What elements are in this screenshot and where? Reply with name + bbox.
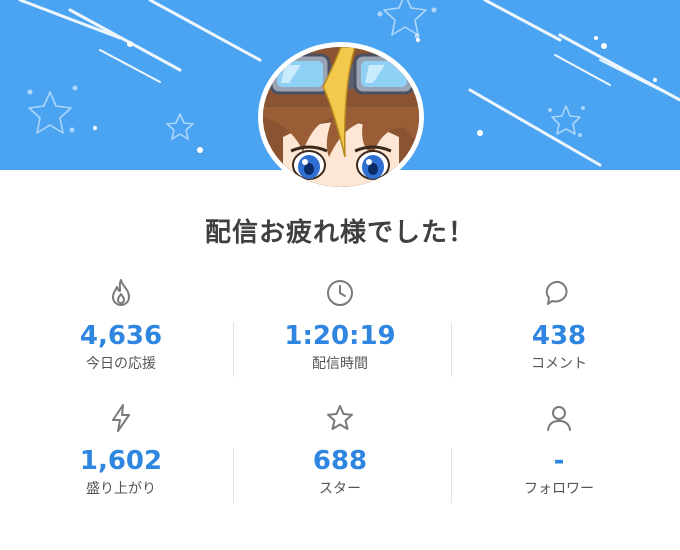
lightning-icon (112, 404, 130, 432)
clock-icon (327, 280, 353, 306)
stat-support-today: 4,636 今日の応援 (8, 277, 234, 373)
stat-stream-time: 1:20:19 配信時間 (227, 277, 453, 373)
stat-value: 4,636 (79, 321, 163, 351)
stat-value: 1,602 (79, 446, 163, 476)
person-icon (547, 406, 571, 431)
stat-excitement: 1,602 盛り上がり (8, 402, 234, 498)
stat-label: 配信時間 (312, 356, 368, 372)
avatar-illustration (263, 47, 419, 187)
stat-stars: 688 スター (227, 402, 453, 498)
stat-label: スター (319, 481, 361, 497)
stat-label: フォロワー (524, 481, 594, 497)
stat-label: 盛り上がり (86, 481, 156, 497)
stat-value: 688 (312, 446, 368, 476)
stat-comments: 438 コメント (446, 277, 672, 373)
comment-bubble-icon (545, 280, 568, 305)
flame-icon (112, 279, 130, 306)
stat-value: 438 (531, 321, 587, 351)
stat-label: 今日の応援 (86, 356, 156, 372)
page-title: 配信お疲れ様でした！ (204, 218, 475, 248)
star-icon (327, 405, 353, 430)
stat-value: - (553, 446, 565, 476)
stat-followers: - フォロワー (446, 402, 672, 498)
stat-value: 1:20:19 (284, 321, 396, 351)
stat-label: コメント (531, 356, 587, 372)
stream-summary-screen: 配信お疲れ様でした！ 4,636 今日の応援 1:20:19 配信時間 438 … (0, 0, 680, 550)
avatar (258, 42, 424, 192)
